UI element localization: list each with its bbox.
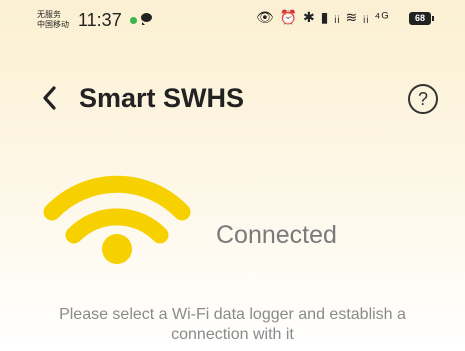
carrier-info: 无服务 中国移动 [37,10,69,30]
chat-bubble-icon [141,13,152,25]
status-bar: 无服务 中国移动 11:37 👁 ⏰ ✱ ▮ ᵢᵢ ≋ ᵢᵢ ⁴ᴳ 68 [0,0,465,40]
wifi-connected-icon [43,175,191,264]
help-button[interactable]: ? [408,84,438,114]
page-title: Smart SWHS [79,83,245,113]
carrier-line-2: 中国移动 [37,20,69,29]
connection-status: Connected [216,221,337,249]
question-mark-icon: ? [417,89,428,109]
status-icons: 👁 ⏰ ✱ ▮ ᵢᵢ ≋ ᵢᵢ ⁴ᴳ [256,9,390,25]
notification-dot-icon [130,17,137,24]
clock: 11:37 [78,10,122,30]
instruction-text: Please select a Wi-Fi data logger and es… [59,306,406,343]
battery-indicator: 68 [409,12,431,25]
battery-tip [432,16,434,21]
chevron-left-icon [43,86,56,110]
carrier-line-1: 无服务 [37,10,61,19]
back-button[interactable] [38,80,64,116]
